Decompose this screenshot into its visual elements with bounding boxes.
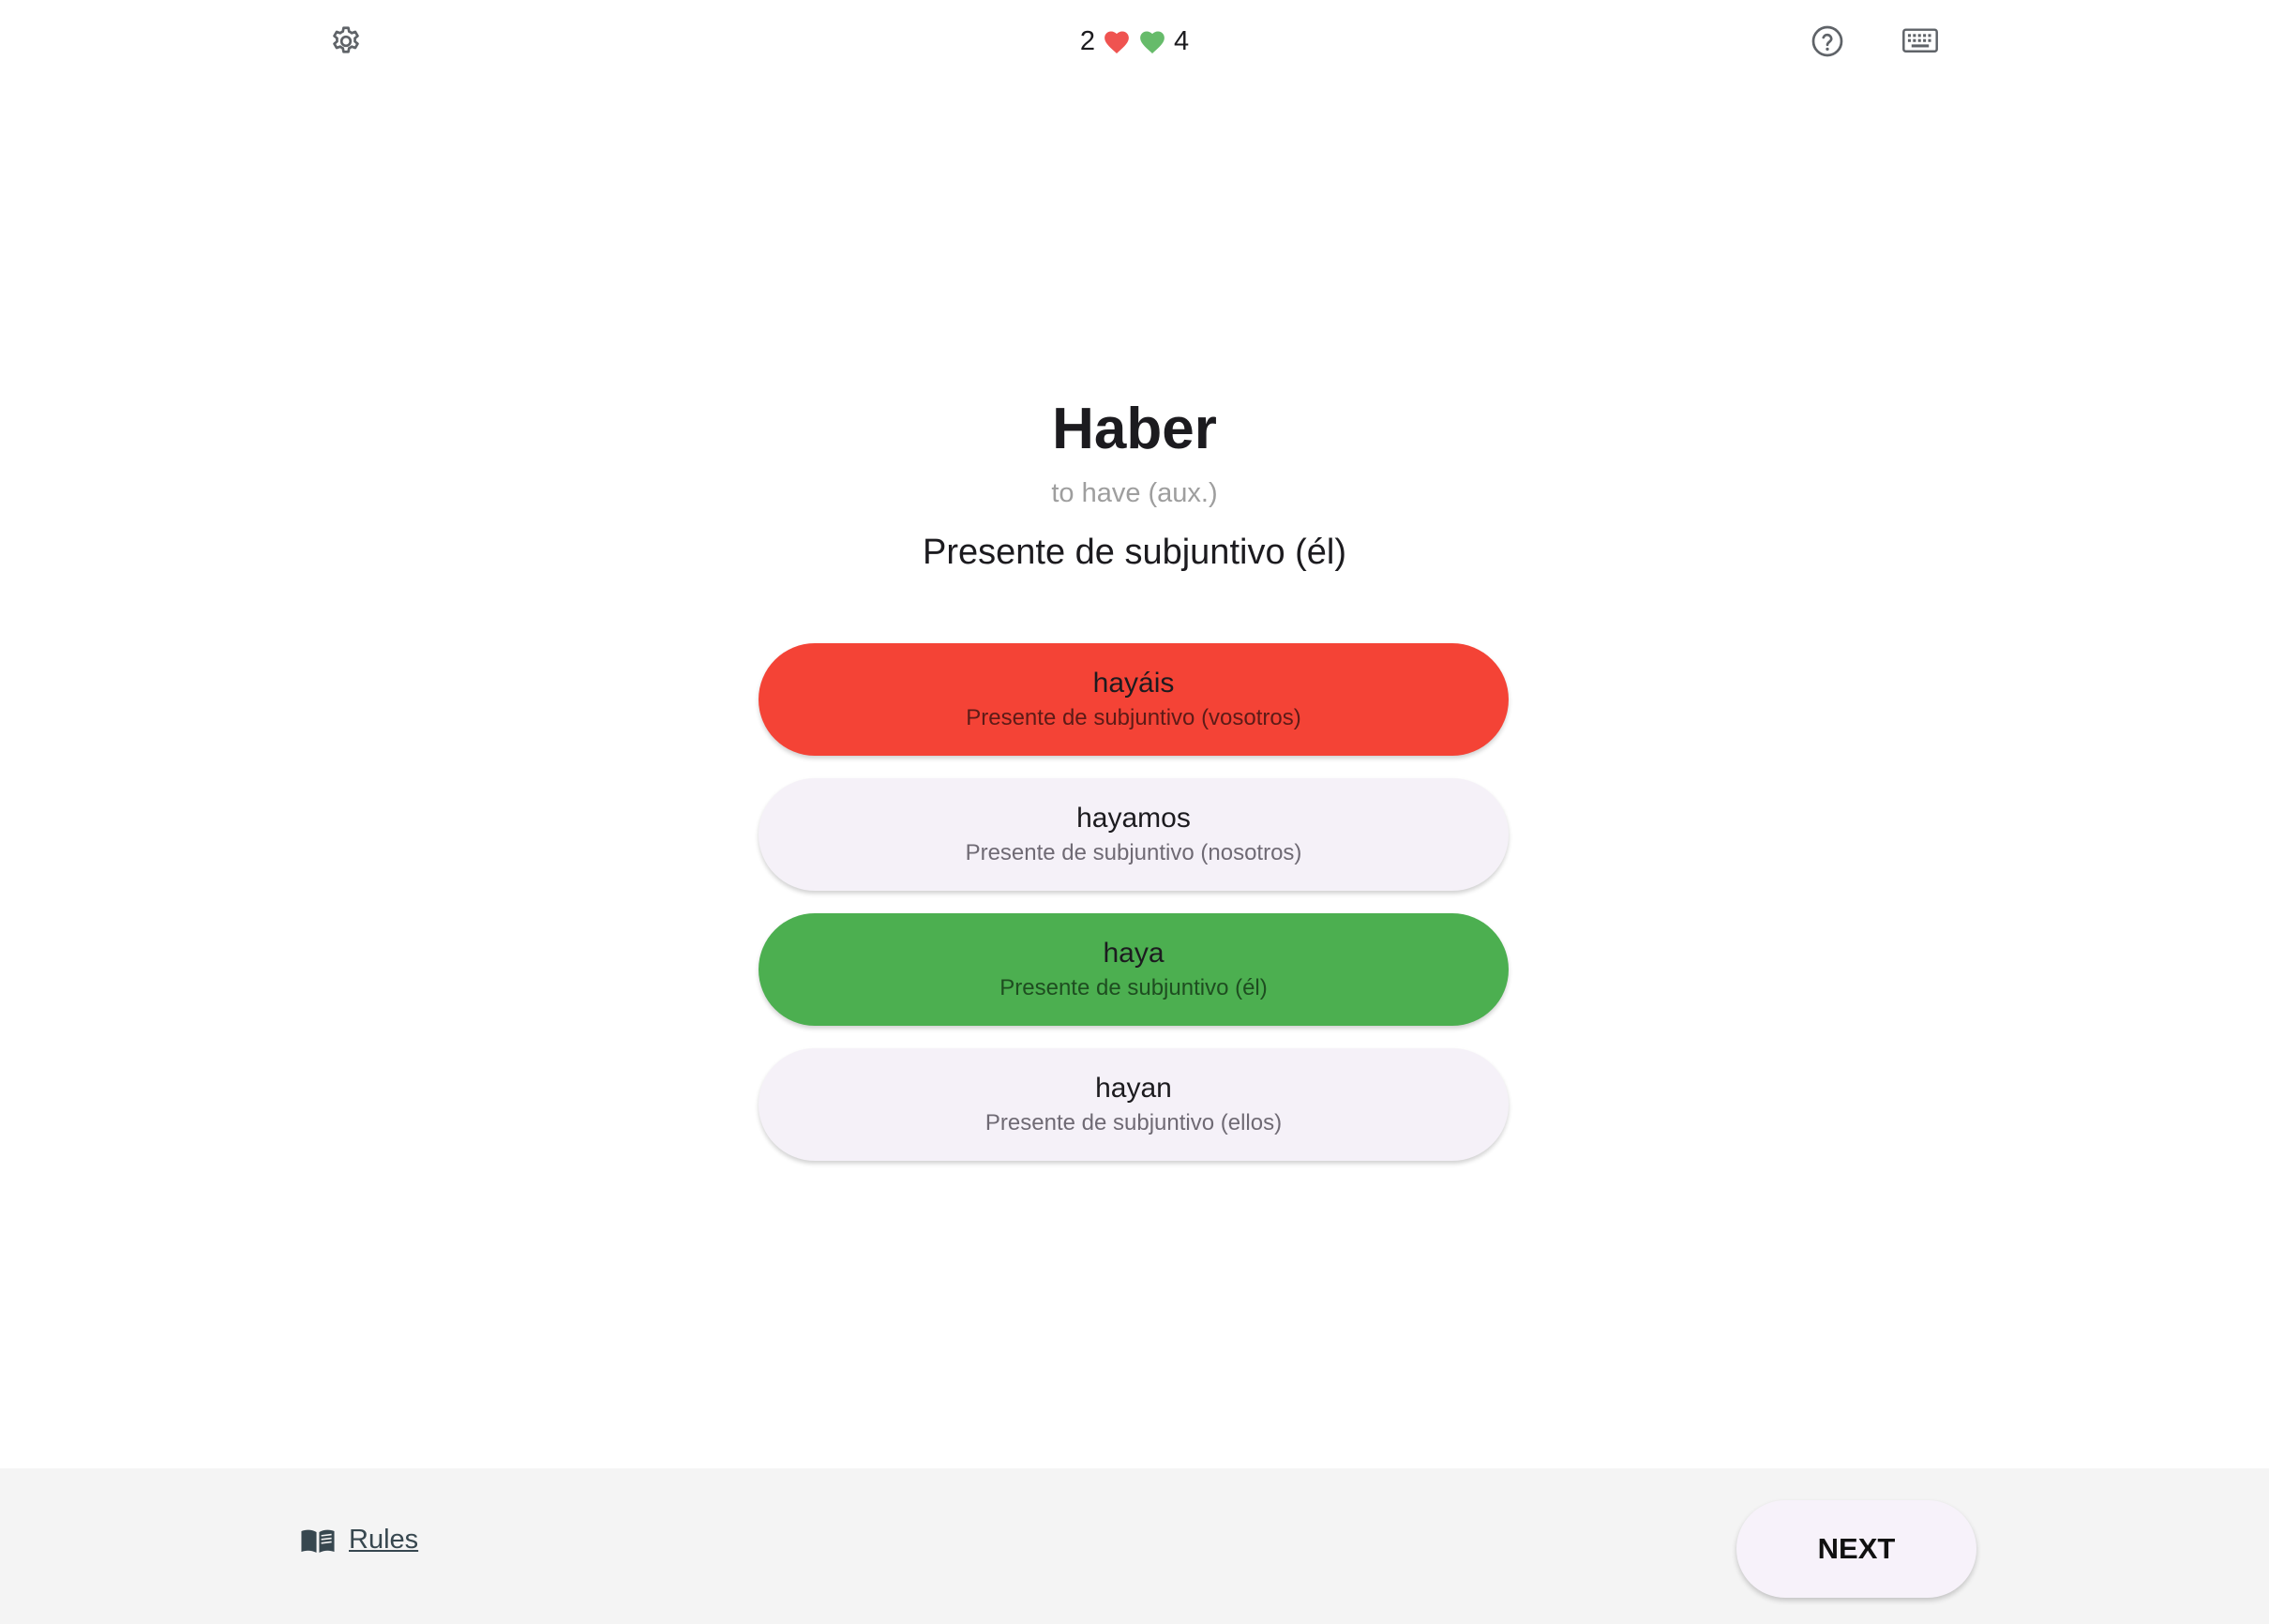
keyboard-icon bbox=[1902, 28, 1938, 53]
option-tense: Presente de subjuntivo (nosotros) bbox=[965, 840, 1302, 865]
option-tense: Presente de subjuntivo (ellos) bbox=[984, 1110, 1283, 1135]
verb-title: Haber bbox=[1052, 397, 1217, 461]
correct-count: 4 bbox=[1174, 25, 1190, 56]
answer-option[interactable]: hayamos Presente de subjuntivo (nosotros… bbox=[759, 778, 1509, 891]
green-heart-icon bbox=[1138, 28, 1166, 54]
help-button[interactable] bbox=[1797, 11, 1857, 71]
quiz-screen: 2 4 Haber to have (aux.) Presente de sub… bbox=[0, 0, 2269, 1624]
option-tense: Presente de subjuntivo (él) bbox=[999, 975, 1268, 1000]
answer-option[interactable]: hayan Presente de subjuntivo (ellos) bbox=[759, 1048, 1509, 1161]
bottom-bar: Rules NEXT bbox=[0, 1468, 2269, 1624]
gear-icon bbox=[333, 26, 359, 53]
red-heart-icon bbox=[1103, 28, 1131, 54]
option-form: haya bbox=[1103, 938, 1165, 969]
option-tense: Presente de subjuntivo (vosotros) bbox=[966, 705, 1301, 730]
score-counter: 2 4 bbox=[1041, 19, 1228, 64]
book-icon bbox=[301, 1529, 335, 1553]
verb-translation: to have (aux.) bbox=[1051, 478, 1218, 508]
rules-link-label: Rules bbox=[349, 1525, 419, 1555]
option-form: hayamos bbox=[1076, 803, 1191, 834]
wrong-count: 2 bbox=[1079, 25, 1095, 56]
answer-options: hayáis Presente de subjuntivo (vosotros)… bbox=[759, 643, 1509, 1183]
next-button[interactable]: NEXT bbox=[1736, 1500, 1976, 1598]
settings-button[interactable] bbox=[316, 11, 376, 71]
help-circle-icon bbox=[1811, 25, 1843, 57]
tense-prompt: Presente de subjuntivo (él) bbox=[922, 533, 1347, 572]
option-form: hayan bbox=[1095, 1073, 1172, 1104]
answer-option-wrong[interactable]: hayáis Presente de subjuntivo (vosotros) bbox=[759, 643, 1509, 756]
answer-option-correct[interactable]: haya Presente de subjuntivo (él) bbox=[759, 913, 1509, 1026]
rules-link[interactable]: Rules bbox=[300, 1525, 418, 1556]
option-form: hayáis bbox=[1092, 668, 1175, 699]
keyboard-button[interactable] bbox=[1890, 11, 1950, 71]
